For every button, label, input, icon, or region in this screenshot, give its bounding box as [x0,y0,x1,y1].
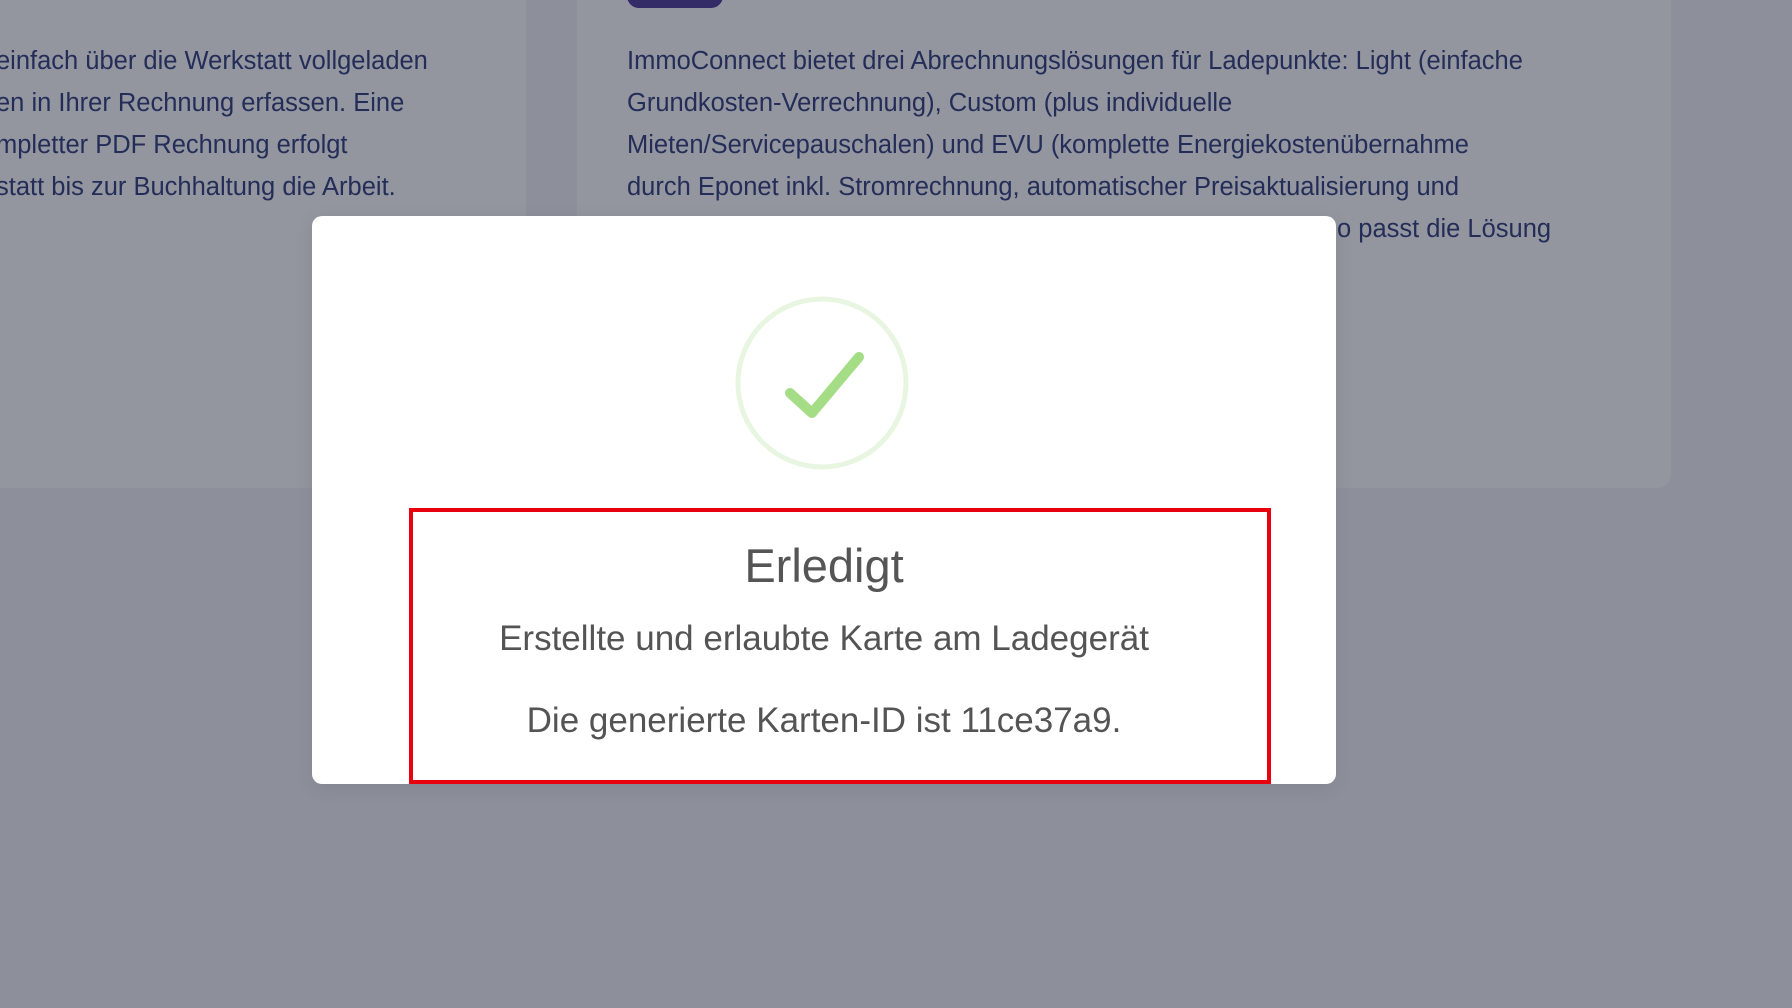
dialog-title: Erledigt [744,539,904,592]
dialog-detail: Die generierte Karten-ID ist 11ce37a9. [526,701,1122,740]
success-dialog: Erledigt Erstellte und erlaubte Karte am… [312,216,1336,784]
dialog-message: Erstellte und erlaubte Karte am Ladegerä… [499,619,1149,658]
success-check-icon [735,296,909,470]
page: einfach über die Werkstatt vollgeladen e… [0,0,1792,1008]
